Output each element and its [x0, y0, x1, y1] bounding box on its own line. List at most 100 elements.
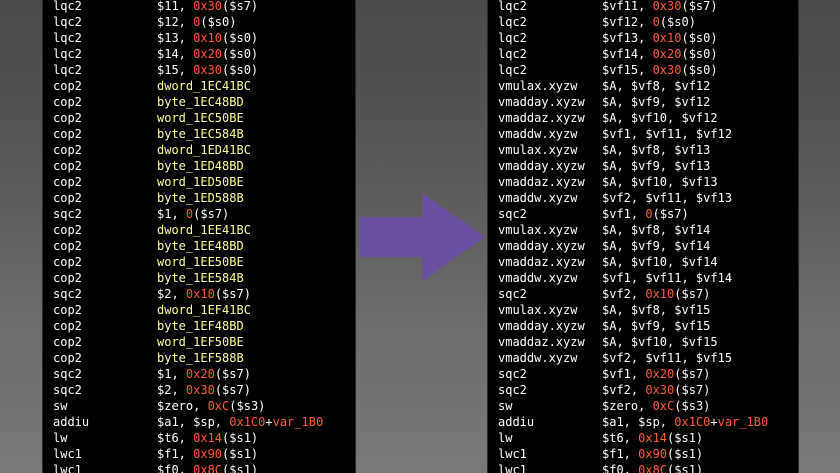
operand-text: ($s0): [681, 63, 718, 77]
instruction-operands: dword_1EE41BC: [157, 222, 251, 238]
instruction-operands: word_1EF50BE: [157, 334, 244, 350]
instruction-mnemonic: cop2: [53, 319, 82, 333]
symbol-reference[interactable]: byte_1EE48BD: [157, 239, 244, 253]
operand-text: $f1,: [602, 447, 639, 461]
operand-text: $11,: [157, 0, 194, 13]
operand-text: $vf11,: [602, 0, 653, 13]
instruction-mnemonic: vmadday.xyzw: [498, 95, 585, 109]
symbol-reference[interactable]: byte_1EC584B: [157, 127, 244, 141]
symbol-reference[interactable]: dword_1ED41BC: [157, 143, 251, 157]
instruction-operands: $a1, $sp, 0x1C0+var_1B0: [157, 414, 323, 430]
operand-text: ($s7): [674, 287, 711, 301]
instruction-operands: $A, $vf8, $vf12: [602, 78, 710, 94]
operand-text: ($s1): [222, 447, 259, 461]
immediate-value: 0xC: [652, 399, 675, 413]
operand-text: $A, $vf10, $vf15: [602, 335, 718, 349]
instruction-mnemonic: lqc2: [498, 31, 527, 45]
operand-text: $vf1, $vf11, $vf12: [602, 127, 733, 141]
symbol-reference[interactable]: byte_1ED48BD: [157, 159, 244, 173]
instruction-mnemonic: sqc2: [53, 207, 82, 221]
operand-text: $t6,: [157, 431, 194, 445]
instruction-mnemonic: sqc2: [53, 367, 82, 381]
instruction-operands: $f0, 0x8C($s1): [157, 462, 258, 473]
immediate-value: 0x1C0: [674, 415, 711, 429]
symbol-reference[interactable]: byte_1EF48BD: [157, 319, 244, 333]
instruction-mnemonic: cop2: [53, 127, 82, 141]
operand-text: $A, $vf8, $vf14: [602, 223, 711, 237]
instruction-mnemonic: cop2: [53, 223, 82, 237]
symbol-reference[interactable]: byte_1EE584B: [157, 271, 244, 285]
instruction-operands: $a1, $sp, 0x1C0+var_1B0: [602, 414, 768, 430]
instruction-mnemonic: vmulax.xyzw: [498, 143, 578, 157]
operand-text: ($s0): [681, 31, 718, 45]
instruction-mnemonic: vmaddw.xyzw: [498, 351, 578, 365]
immediate-value: 0xC: [207, 399, 230, 413]
instruction-mnemonic: vmadday.xyzw: [498, 159, 585, 173]
instruction-operands: $A, $vf8, $vf13: [602, 142, 710, 158]
operand-text: ($s7): [193, 207, 230, 221]
operand-text: $vf15,: [602, 63, 653, 77]
operand-text: $f1,: [157, 447, 194, 461]
instruction-mnemonic: lwc1: [53, 447, 82, 461]
operand-text: $zero,: [157, 399, 208, 413]
immediate-value: 0x90: [193, 447, 223, 461]
instruction-operands: $A, $vf9, $vf13: [602, 158, 710, 174]
right-disassembly-panel[interactable]: lqc2 $vf11, 0x30($s7) lqc2 $vf12, 0($s0) lqc…: [487, 0, 799, 473]
instruction-operands: $A, $vf9, $vf14: [602, 238, 710, 254]
operand-text: ($s1): [667, 463, 704, 473]
instruction-mnemonic: lqc2: [498, 15, 527, 29]
immediate-value: 0x10: [652, 31, 682, 45]
operand-text: +: [710, 415, 718, 429]
instruction-operands: $14, 0x20($s0): [157, 46, 258, 62]
instruction-mnemonic: cop2: [53, 351, 82, 365]
operand-text: ($s0): [222, 31, 259, 45]
operand-text: ($s7): [652, 207, 689, 221]
immediate-value: 0x10: [645, 287, 675, 301]
operand-text: ($s0): [200, 15, 237, 29]
operand-text: $vf1,: [602, 367, 646, 381]
symbol-reference[interactable]: dword_1EE41BC: [157, 223, 251, 237]
instruction-operands: $vf2, $vf11, $vf15: [602, 350, 732, 366]
operand-text: ($s7): [214, 383, 251, 397]
instruction-operands: $zero, 0xC($s3): [157, 398, 265, 414]
instruction-operands: $A, $vf10, $vf14: [602, 254, 718, 270]
symbol-reference[interactable]: byte_1ED588B: [157, 191, 244, 205]
instruction-operands: $A, $vf8, $vf14: [602, 222, 710, 238]
symbol-reference[interactable]: word_1EC50BE: [157, 111, 244, 125]
symbol-reference[interactable]: word_1EF50BE: [157, 335, 244, 349]
immediate-value: 0x20: [652, 47, 682, 61]
symbol-reference[interactable]: dword_1EF41BC: [157, 303, 251, 317]
operand-text: ($s7): [214, 287, 251, 301]
instruction-mnemonic: addiu: [498, 415, 535, 429]
instruction-operands: byte_1EE48BD: [157, 238, 244, 254]
immediate-value: 0x30: [185, 383, 215, 397]
instruction-operands: byte_1ED48BD: [157, 158, 244, 174]
instruction-mnemonic: lwc1: [498, 447, 527, 461]
instruction-mnemonic: cop2: [53, 335, 82, 349]
instruction-operands: $15, 0x30($s0): [157, 62, 258, 78]
right-arrow-icon: [360, 193, 485, 281]
instruction-operands: $vf2, 0x10($s7): [602, 286, 710, 302]
symbol-reference[interactable]: word_1ED50BE: [157, 175, 244, 189]
operand-text: ($s1): [667, 431, 704, 445]
instruction-operands: $1, 0x20($s7): [157, 366, 251, 382]
instruction-mnemonic: lw: [498, 431, 513, 445]
operand-text: ($s7): [674, 367, 711, 381]
instruction-operands: $vf11, 0x30($s7): [602, 0, 718, 14]
operand-text: ($s1): [667, 447, 704, 461]
operand-text: ($s1): [222, 463, 259, 473]
instruction-mnemonic: vmadday.xyzw: [498, 319, 585, 333]
instruction-mnemonic: cop2: [53, 239, 82, 253]
symbol-reference[interactable]: word_1EE50BE: [157, 255, 244, 269]
instruction-mnemonic: cop2: [53, 303, 82, 317]
symbol-reference[interactable]: byte_1EC48BD: [157, 95, 244, 109]
symbol-reference[interactable]: byte_1EF588B: [157, 351, 244, 365]
left-disassembly-panel[interactable]: lqc2 $11, 0x30($s7) lqc2 $12, 0($s0) lqc2 $13…: [42, 0, 356, 473]
immediate-value: 0x8C: [193, 463, 223, 473]
instruction-operands: $2, 0x30($s7): [157, 382, 251, 398]
instruction-operands: $t6, 0x14($s1): [602, 430, 703, 446]
symbol-reference[interactable]: dword_1EC41BC: [157, 79, 251, 93]
instruction-operands: byte_1EC48BD: [157, 94, 244, 110]
immediate-value: 0x30: [652, 0, 682, 13]
instruction-operands: $vf14, 0x20($s0): [602, 46, 718, 62]
